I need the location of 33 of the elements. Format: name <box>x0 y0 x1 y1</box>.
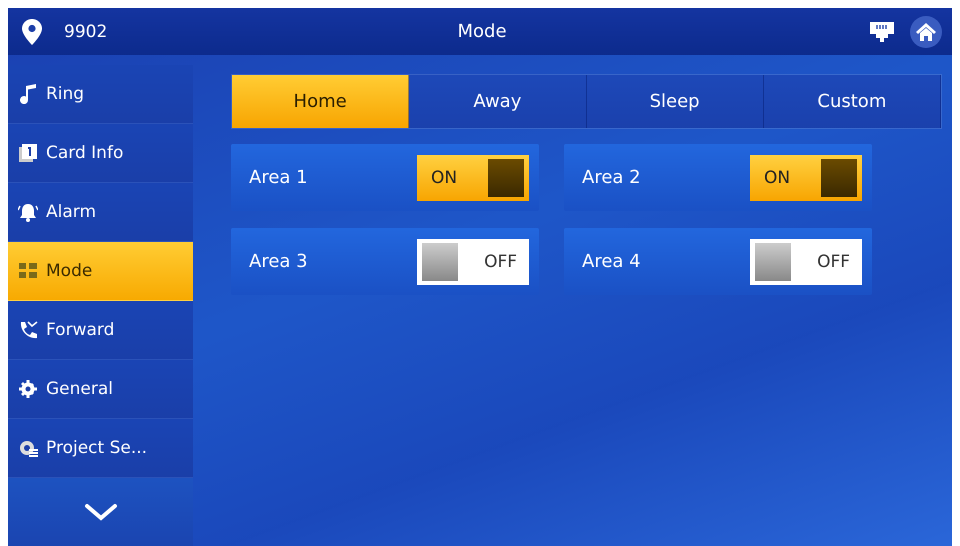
mode-tab[interactable]: Away <box>409 75 586 128</box>
sidebar-item[interactable]: Forward <box>8 301 193 360</box>
gear-with-list-icon <box>18 438 38 458</box>
location-pin-icon <box>22 18 42 44</box>
sidebar-item[interactable]: General <box>8 360 193 419</box>
sidebar-item[interactable]: Project Se... <box>8 419 193 478</box>
grid-icon <box>18 261 38 281</box>
sidebar-item[interactable]: Ring <box>8 65 193 124</box>
sidebar-item[interactable]: Card Info <box>8 124 193 183</box>
sidebar-item[interactable]: Mode <box>8 242 193 301</box>
mode-tab[interactable]: Custom <box>764 75 941 128</box>
toggle-switch[interactable]: ON <box>750 154 862 200</box>
screen-title: Mode <box>457 21 507 42</box>
gear-icon <box>18 379 38 399</box>
area-label: Area 4 <box>582 251 641 272</box>
sidebar-item[interactable]: Alarm <box>8 183 193 242</box>
toggle-switch[interactable]: OFF <box>417 238 529 284</box>
bell-icon <box>18 202 38 222</box>
home-button[interactable] <box>910 16 942 48</box>
home-icon <box>916 22 936 40</box>
phone-icon <box>18 320 38 340</box>
mode-tab[interactable]: Home <box>232 75 410 128</box>
mode-tab[interactable]: Sleep <box>586 75 764 128</box>
area-label: Area 1 <box>249 167 308 188</box>
area-label: Area 2 <box>582 167 641 188</box>
toggle-switch[interactable]: OFF <box>750 238 862 284</box>
network-port-icon <box>870 22 894 42</box>
note-icon <box>18 84 38 104</box>
toggle-switch[interactable]: ON <box>417 154 529 200</box>
area-label: Area 3 <box>249 251 308 272</box>
card-icon <box>18 143 38 163</box>
chevron-down-icon <box>84 503 118 521</box>
location-number: 9902 <box>64 22 108 42</box>
